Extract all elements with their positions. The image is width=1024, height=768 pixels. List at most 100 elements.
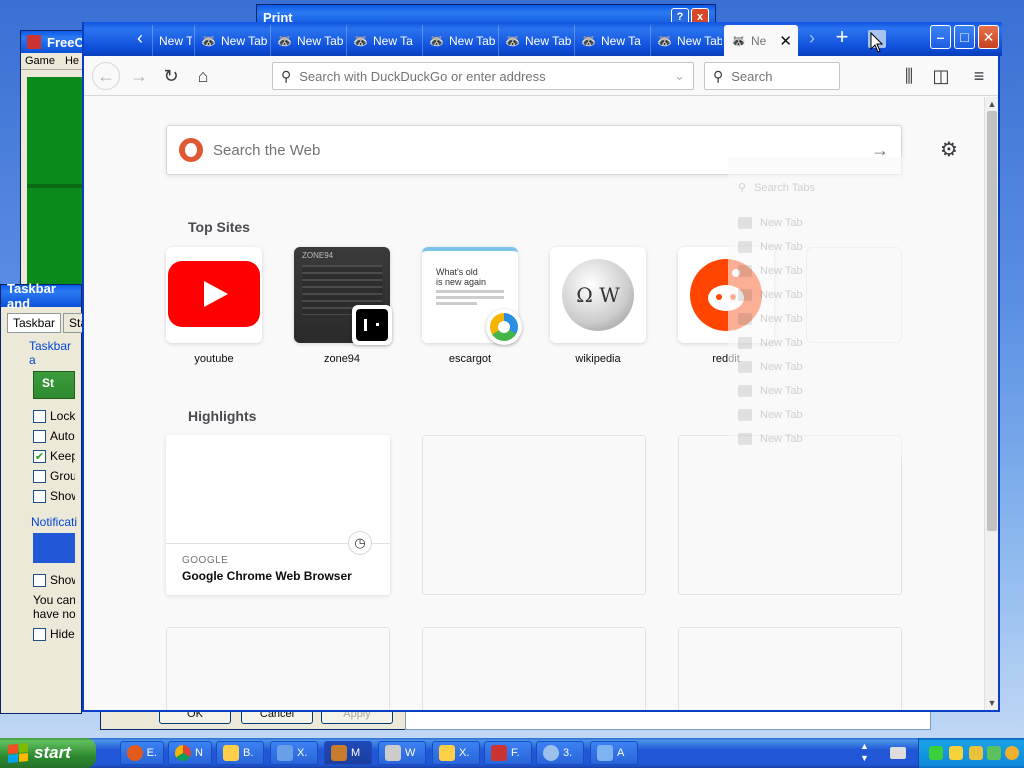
reload-icon[interactable]: ↻ — [158, 64, 184, 88]
group-buttons-checkbox[interactable]: Group — [33, 469, 75, 483]
search-bar[interactable]: ⚲ Search — [704, 62, 840, 90]
minimize-button[interactable]: – — [930, 25, 951, 49]
scrollbar-thumb[interactable] — [987, 111, 997, 531]
task-explorer-search[interactable]: E. — [120, 741, 164, 765]
address-input[interactable]: Search with DuckDuckGo or enter address — [299, 69, 666, 84]
search-magnifier-icon — [127, 745, 143, 761]
sidebar-icon[interactable]: ◫ — [928, 64, 954, 88]
task-a[interactable]: A — [590, 741, 638, 765]
tab-favicon-icon: 🦝 — [581, 33, 596, 48]
keep-on-top-checkbox[interactable]: ✔Keep t — [33, 449, 75, 463]
app-icon — [597, 745, 613, 761]
security-shield-icon[interactable] — [949, 746, 963, 760]
tab-6[interactable]: 🦝 New Tab — [498, 25, 572, 56]
scroll-down-icon[interactable]: ▼ — [985, 698, 999, 708]
new-tab-page: Search the Web → ⚙ Top Sites youtube ZON… — [84, 97, 984, 710]
close-window-button[interactable]: ✕ — [978, 25, 999, 49]
top-site-zone94[interactable]: ZONE94 zone94 — [294, 247, 392, 365]
app-icon — [277, 745, 293, 761]
lock-taskbar-checkbox[interactable]: Lock t — [33, 409, 75, 423]
navigation-toolbar: ← → ↻ ⌂ ⚲ Search with DuckDuckGo or ente… — [84, 56, 998, 96]
web-search-input[interactable]: Search the Web — [213, 142, 861, 159]
taskbar-props-titlebar[interactable]: Taskbar and — [1, 281, 81, 311]
tab-taskbar[interactable]: Taskbar — [7, 313, 62, 333]
mouse-cursor-icon — [870, 32, 884, 53]
tab-favicon-icon: 🦝 — [277, 33, 292, 48]
checkmark-icon: ✔ — [33, 449, 46, 463]
task-firefox[interactable]: M — [324, 741, 372, 765]
chrome-icon — [175, 745, 191, 761]
task-b[interactable]: B. — [216, 741, 264, 765]
tab-7[interactable]: 🦝 New Ta — [574, 25, 648, 56]
search-tray-icon[interactable] — [1005, 746, 1019, 760]
home-icon[interactable]: ⌂ — [190, 64, 216, 88]
task-x1[interactable]: X. — [270, 741, 318, 765]
back-arrow-icon[interactable]: ← — [92, 62, 120, 90]
library-icon[interactable]: ⫼ — [896, 64, 922, 88]
tab-5[interactable]: 🦝 New Tab — [422, 25, 496, 56]
tab-favicon-icon: 🦝 — [505, 33, 520, 48]
network-icon[interactable] — [929, 746, 943, 760]
tab-8[interactable]: 🦝 New Tab — [650, 25, 722, 56]
task-freecell[interactable]: F. — [484, 741, 532, 765]
freecell-icon — [27, 35, 41, 49]
taskbar-preview: St — [33, 371, 75, 399]
tab-close-icon[interactable]: ✕ — [779, 32, 792, 50]
windows-flag-icon — [8, 742, 28, 764]
scroll-tabs-left-icon[interactable]: ‹ — [130, 28, 150, 49]
vertical-scrollbar[interactable]: ▲ ▼ — [984, 97, 998, 710]
task-chrome[interactable]: N — [168, 741, 212, 765]
show-clock-checkbox[interactable]: Show — [33, 573, 75, 587]
highlights-title: Highlights — [188, 408, 257, 424]
taskbar-properties-dialog[interactable]: Taskbar and Taskbar Sta Taskbar a St Loc… — [0, 281, 94, 714]
youtube-logo-icon — [168, 261, 260, 327]
hide-inactive-checkbox[interactable]: Hide in — [33, 627, 75, 641]
chevron-down-icon[interactable]: ⌄ — [674, 68, 685, 84]
forward-arrow-icon[interactable]: → — [126, 64, 152, 88]
freecell-title: FreeC — [47, 34, 84, 50]
tab-favicon-icon: 🦝 — [731, 33, 746, 48]
firefox-window[interactable]: ‹ New Ta 🦝New Tab 🦝New Tab 🦝New Ta 🦝New … — [82, 22, 1002, 712]
firefox-tabstrip[interactable]: ‹ New Ta 🦝New Tab 🦝New Tab 🦝New Ta 🦝New … — [84, 22, 1002, 56]
tab-favicon-icon: 🦝 — [353, 33, 368, 48]
new-tab-button[interactable]: + — [832, 24, 852, 50]
firefox-icon — [331, 745, 347, 761]
highlight-placeholder — [678, 627, 902, 710]
system-tray — [918, 738, 1024, 768]
top-site-youtube[interactable]: youtube — [166, 247, 262, 365]
tray-scroll-icon[interactable]: ▲ ▼ — [860, 740, 869, 764]
keyboard-icon[interactable] — [890, 747, 906, 759]
clock-icon: ◷ — [348, 531, 372, 555]
tab-2[interactable]: 🦝 New Tab — [194, 25, 268, 56]
app-icon — [439, 745, 455, 761]
address-bar[interactable]: ⚲ Search with DuckDuckGo or enter addres… — [272, 62, 694, 90]
notification-help-text-2: have not c — [33, 607, 75, 621]
tab-favicon-icon: 🦝 — [657, 33, 672, 48]
hamburger-menu-icon[interactable]: ≡ — [966, 64, 992, 88]
auto-hide-checkbox[interactable]: Auto-h — [33, 429, 75, 443]
tab-active[interactable]: 🦝 Ne ✕ — [724, 25, 798, 56]
scroll-tabs-right-icon[interactable]: › — [802, 28, 822, 49]
task-3[interactable]: 3. — [536, 741, 584, 765]
top-site-wikipedia[interactable]: Ω W wikipedia — [550, 247, 646, 365]
search-input[interactable]: Search — [731, 69, 772, 84]
shield-icon[interactable] — [969, 746, 983, 760]
windows-taskbar: start E. N B. X. M W X. F. 3. A ▲ ▼ — [0, 738, 1024, 768]
wikipedia-globe-icon: Ω W — [562, 259, 634, 331]
tab-4[interactable]: 🦝 New Ta — [346, 25, 420, 56]
freecell-menu-help[interactable]: He — [65, 55, 79, 67]
tab-3[interactable]: 🦝 New Tab — [270, 25, 344, 56]
start-button[interactable]: start — [0, 738, 96, 768]
tab-favicon-icon: 🦝 — [201, 33, 216, 48]
globe-icon — [543, 745, 559, 761]
tab-1[interactable]: New Ta — [152, 25, 192, 56]
highlight-card[interactable]: ◷ GOOGLE Google Chrome Web Browser — [166, 435, 390, 595]
update-icon[interactable] — [987, 746, 1001, 760]
freecell-menu-game[interactable]: Game — [25, 55, 55, 67]
show-quick-launch-checkbox[interactable]: Show — [33, 489, 75, 503]
top-site-escargot[interactable]: What's old is new again escargot — [422, 247, 522, 365]
task-w[interactable]: W — [378, 741, 426, 765]
task-x2[interactable]: X. — [432, 741, 480, 765]
scroll-up-icon[interactable]: ▲ — [985, 99, 999, 109]
maximize-button[interactable]: □ — [954, 25, 975, 49]
